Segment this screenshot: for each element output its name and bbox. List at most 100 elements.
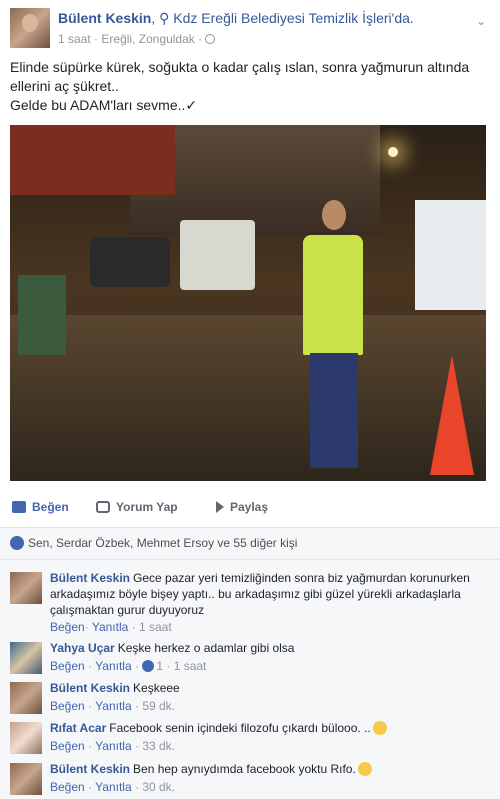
comment-like-link[interactable]: Beğen [50, 780, 85, 794]
comment-reaction-count[interactable]: 1 [156, 659, 163, 673]
like-button[interactable]: Beğen [12, 500, 69, 514]
photo-bin [18, 275, 66, 355]
comment-text: Bülent Keskin Gece pazar yeri temizliğind… [50, 570, 490, 618]
comment-time[interactable]: 30 dk. [142, 780, 175, 794]
share-button[interactable]: Paylaş [216, 500, 268, 514]
comment-text: Bülent Keskin Keşkeee [50, 680, 490, 696]
location-link[interactable]: Kdz Ereğli Belediyesi Temizlik İşleri'da… [173, 10, 414, 26]
share-icon [216, 501, 224, 513]
avatar[interactable] [10, 572, 42, 604]
avatar[interactable] [10, 763, 42, 795]
comment-like-link[interactable]: Beğen [50, 620, 85, 634]
comment-button[interactable]: Yorum Yap [96, 500, 178, 514]
meta-separator: · [134, 659, 139, 673]
comment-time[interactable]: 59 dk. [142, 699, 175, 713]
photo-awning [10, 125, 175, 195]
meta-separator: · [166, 659, 171, 673]
meta-separator: · [131, 620, 136, 634]
post-place[interactable]: Ereğli, Zonguldak [101, 32, 194, 46]
comment-reply-link[interactable]: Yanıtla [95, 699, 131, 713]
like-icon [142, 660, 155, 672]
comment-author-link[interactable]: Rıfat Acar [50, 721, 106, 735]
photo-worker-vest [303, 235, 363, 355]
location-pin-icon: , ⚲ [151, 10, 174, 26]
meta-separator: · [134, 699, 139, 713]
meta-separator: · [84, 620, 89, 634]
photo-street-lamp [388, 147, 398, 157]
post-text: Elinde süpürke kürek, soğukta o kadar ça… [10, 58, 490, 115]
avatar[interactable] [10, 722, 42, 754]
comment-author-link[interactable]: Yahya Uçar [50, 641, 115, 655]
globe-icon [205, 34, 216, 44]
like-icon [10, 536, 24, 550]
likes-summary[interactable]: Sen, Serdar Özbek, Mehmet Ersoy ve 55 di… [10, 536, 297, 550]
post-meta: 1 saat · Ereğli, Zonguldak · [58, 32, 216, 46]
avatar[interactable] [10, 682, 42, 714]
author-name-link[interactable]: Bülent Keskin [58, 10, 151, 26]
post-header: Bülent Keskin, ⚲ Kdz Ereğli Belediyesi T… [10, 8, 490, 48]
meta-separator: · [134, 739, 139, 753]
meta-separator: · [134, 780, 139, 794]
comment-text: Rıfat Acar Facebook senin içindeki filozo… [50, 720, 490, 736]
post-photo[interactable] [10, 125, 486, 481]
comment-line: arkadaşımız böyle bişey yaptı.. bu arkad… [50, 587, 461, 601]
chevron-down-icon[interactable]: ⌄ [476, 14, 486, 28]
comments-area: Sen, Serdar Özbek, Mehmet Ersoy ve 55 di… [0, 527, 500, 799]
header-title: Bülent Keskin, ⚲ Kdz Ereğli Belediyesi T… [58, 10, 414, 27]
avatar[interactable] [10, 642, 42, 674]
comment-author-link[interactable]: Bülent Keskin [50, 571, 130, 585]
like-icon [12, 501, 26, 513]
divider [0, 559, 500, 560]
comment-text: Yahya Uçar Keşke herkez o adamlar gibi ol… [50, 640, 490, 656]
post-text-line: ellerini aç şükret.. [10, 78, 119, 94]
author-avatar[interactable] [10, 8, 50, 48]
comment-reply-link[interactable]: Yanıtla [95, 780, 131, 794]
comment-like-link[interactable]: Beğen [50, 659, 85, 673]
comment-author-link[interactable]: Bülent Keskin [50, 762, 130, 776]
comment-author-link[interactable]: Bülent Keskin [50, 681, 130, 695]
smile-emoji-icon [372, 721, 387, 735]
comment-time[interactable]: 1 saat [174, 659, 207, 673]
post-text-line: Gelde bu ADAM'ları sevme..✓ [10, 97, 198, 113]
post-actions: Beğen Yorum Yap Paylaş [0, 494, 500, 522]
comment-line: Ben hep aynıydımda facebook yoktu Rıfo. [133, 762, 356, 776]
comment-text: Bülent Keskin Ben hep aynıydımda facebook… [50, 761, 490, 777]
comment-line: Keşkeee [133, 681, 180, 695]
comment-meta: Beğen · Yanıtla · 1 · 1 saat [50, 659, 206, 673]
photo-car [90, 237, 170, 287]
comment-meta: Beğen· Yanıtla · 1 saat [50, 620, 172, 634]
comment-reply-link[interactable]: Yanıtla [92, 620, 128, 634]
photo-street [10, 315, 486, 481]
meta-separator: · [88, 699, 93, 713]
photo-traffic-cone [430, 355, 474, 475]
photo-bus [415, 200, 486, 310]
photo-van [180, 220, 255, 290]
photo-worker-head [322, 200, 346, 230]
smile-emoji-icon [357, 762, 372, 776]
meta-separator: · [88, 780, 93, 794]
comment-line: Keşke herkez o adamlar gibi olsa [117, 641, 295, 655]
like-button-label: Beğen [32, 500, 69, 514]
comment-reply-link[interactable]: Yanıtla [95, 739, 131, 753]
comment-reply-link[interactable]: Yanıtla [95, 659, 131, 673]
meta-separator: · [88, 739, 93, 753]
share-button-label: Paylaş [230, 500, 269, 514]
comment-like-link[interactable]: Beğen [50, 739, 85, 753]
comment-line: Facebook senin içindeki filozofu çıkardı… [109, 721, 371, 735]
comment-time[interactable]: 1 saat [139, 620, 172, 634]
comment-like-link[interactable]: Beğen [50, 699, 85, 713]
comment-line: çalışmaktan gurur duyuyoruz [50, 603, 205, 617]
comment-icon [96, 501, 110, 513]
meta-separator: · [88, 659, 93, 673]
comment-line: Gece pazar yeri temizliğinden sonra biz … [133, 571, 470, 585]
comment-time[interactable]: 33 dk. [142, 739, 175, 753]
photo-worker-legs [310, 353, 358, 468]
meta-separator: · [198, 32, 206, 46]
post-time[interactable]: 1 saat [58, 32, 91, 46]
likes-summary-text: Sen, Serdar Özbek, Mehmet Ersoy ve 55 di… [28, 536, 298, 550]
comment-meta: Beğen · Yanıtla · 59 dk. [50, 699, 175, 713]
comment-meta: Beğen · Yanıtla · 33 dk. [50, 739, 175, 753]
comment-meta: Beğen · Yanıtla · 30 dk. [50, 780, 175, 794]
comment-button-label: Yorum Yap [116, 500, 178, 514]
post-text-line: Elinde süpürke kürek, soğukta o kadar ça… [10, 59, 470, 75]
